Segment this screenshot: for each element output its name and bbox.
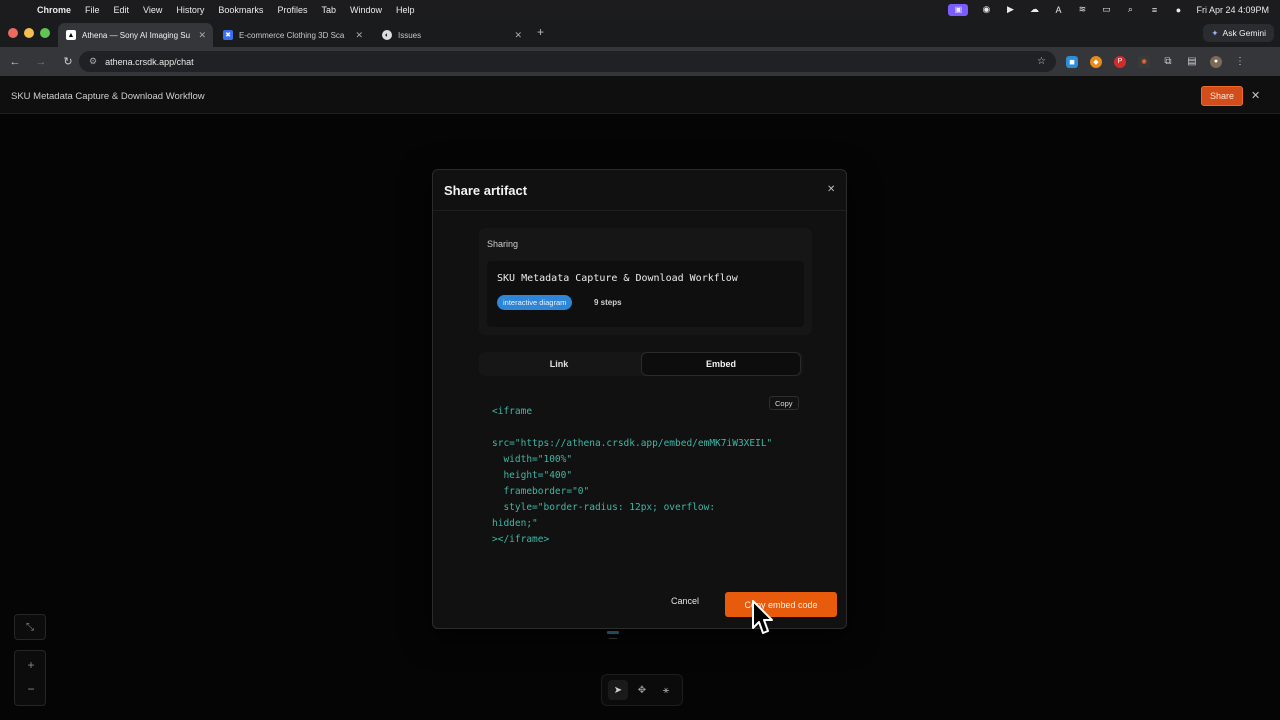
- zoom-box: + −: [14, 650, 46, 706]
- app-header: SKU Metadata Capture & Download Workflow…: [0, 76, 1280, 114]
- back-icon[interactable]: ←: [4, 51, 26, 73]
- diagram-node[interactable]: [607, 631, 619, 634]
- menu-history[interactable]: History: [176, 5, 204, 15]
- embed-code-block[interactable]: Copy <iframe src="https://athena.crsdk.a…: [479, 392, 805, 557]
- reload-icon[interactable]: ↻: [57, 51, 79, 73]
- copy-button[interactable]: Copy: [769, 396, 799, 410]
- step-count: 9 steps: [594, 298, 622, 307]
- code-line: frameborder="0": [492, 486, 590, 497]
- cloud-icon[interactable]: ☁: [1028, 4, 1040, 15]
- browser-toolbar: ← → ↻ ⚙ athena.crsdk.app/chat ☆ ◼ ◆ P ✺ …: [0, 47, 1280, 76]
- screen-record-icon[interactable]: ▣: [948, 3, 969, 16]
- code-line: width="100%": [492, 454, 573, 465]
- code-line: src="https://athena.crsdk.app/embed/emMK…: [492, 438, 773, 449]
- mouse-cursor-icon: [752, 600, 773, 634]
- menu-app-name[interactable]: Chrome: [37, 5, 71, 15]
- extension-1-icon[interactable]: ◼: [1066, 55, 1078, 68]
- menu-view[interactable]: View: [143, 5, 162, 15]
- chrome-menu-icon[interactable]: ⋮: [1234, 56, 1246, 68]
- menu-window[interactable]: Window: [350, 5, 382, 15]
- close-tab-icon[interactable]: ✕: [198, 30, 206, 41]
- tab-link[interactable]: Link: [479, 352, 639, 376]
- divider: [433, 210, 846, 211]
- code-line: style="border-radius: 12px; overflow:: [492, 502, 716, 513]
- tab-embed[interactable]: Embed: [641, 352, 801, 376]
- new-tab-icon[interactable]: +: [537, 25, 544, 39]
- code-line: hidden;": [492, 518, 538, 529]
- forward-icon[interactable]: →: [30, 51, 52, 73]
- stop-icon[interactable]: ◉: [980, 4, 992, 15]
- side-panel-icon[interactable]: ▤: [1186, 56, 1198, 68]
- browser-tab-strip: ▲ Athena — Sony AI Imaging Su ✕ ✖ E-comm…: [0, 19, 1280, 47]
- wifi-icon[interactable]: ≋: [1076, 4, 1088, 15]
- copy-embed-code-button[interactable]: Copy embed code: [725, 592, 837, 617]
- sharing-label: Sharing: [487, 239, 519, 249]
- close-icon[interactable]: ✕: [827, 184, 835, 195]
- menu-edit[interactable]: Edit: [114, 5, 130, 15]
- zoom-out-icon[interactable]: −: [15, 682, 47, 696]
- extension-2-icon[interactable]: ◆: [1090, 55, 1102, 68]
- cancel-button[interactable]: Cancel: [671, 596, 699, 606]
- artifact-name: SKU Metadata Capture & Download Workflow: [497, 273, 738, 284]
- tab-issues[interactable]: ◐ Issues ✕: [374, 23, 529, 47]
- zoom-in-icon[interactable]: +: [15, 658, 47, 672]
- artifact-type-badge: interactive diagram: [497, 295, 573, 310]
- zoom-controls: ⤡ + −: [14, 614, 46, 706]
- modal-title: Share artifact: [444, 183, 528, 198]
- extensions-puzzle-icon[interactable]: ⧉: [1162, 56, 1174, 68]
- tab-label: Athena — Sony AI Imaging Su: [82, 30, 191, 40]
- keyboard-input-icon[interactable]: A: [1052, 5, 1064, 15]
- window-close-button[interactable]: [8, 28, 18, 38]
- extension-3-icon[interactable]: ✺: [1138, 55, 1150, 68]
- ask-gemini-button[interactable]: ✦ Ask Gemini: [1203, 24, 1274, 42]
- athena-icon: ▲: [66, 30, 76, 40]
- canvas-tool-dock: ➤ ✥ ⚹: [601, 674, 683, 706]
- url-text: athena.crsdk.app/chat: [105, 56, 194, 67]
- window-zoom-button[interactable]: [40, 28, 50, 38]
- share-button[interactable]: Share: [1201, 86, 1243, 106]
- select-tool-icon[interactable]: ➤: [608, 680, 628, 700]
- gemini-icon: ✦: [1211, 27, 1219, 38]
- close-tab-icon[interactable]: ✕: [355, 30, 363, 41]
- control-center-icon[interactable]: ≡: [1148, 5, 1160, 15]
- siri-icon[interactable]: ●: [1172, 5, 1184, 15]
- ask-gemini-label: Ask Gemini: [1222, 28, 1266, 38]
- site-info-icon[interactable]: ⚙: [89, 56, 97, 67]
- close-icon[interactable]: ✕: [1251, 89, 1260, 102]
- pinterest-icon[interactable]: P: [1114, 55, 1126, 68]
- issues-icon: ◐: [382, 30, 392, 40]
- search-icon[interactable]: ⌕: [1124, 4, 1136, 15]
- share-mode-tabs: Link Embed: [479, 352, 803, 376]
- close-tab-icon[interactable]: ✕: [514, 30, 522, 41]
- menu-tab[interactable]: Tab: [321, 5, 336, 15]
- artifact-summary: SKU Metadata Capture & Download Workflow…: [487, 261, 804, 327]
- menu-datetime[interactable]: Fri Apr 24 4:09PM: [1196, 5, 1269, 15]
- code-line: <iframe: [492, 406, 533, 417]
- address-bar[interactable]: ⚙ athena.crsdk.app/chat ☆: [79, 51, 1056, 72]
- tab-ecommerce[interactable]: ✖ E-commerce Clothing 3D Sca ✕: [215, 23, 370, 47]
- app-icon: ✖: [223, 30, 233, 40]
- code-line: ></iframe>: [492, 534, 550, 545]
- bookmark-star-icon[interactable]: ☆: [1037, 56, 1046, 67]
- code-line: height="400": [492, 470, 573, 481]
- battery-icon[interactable]: ▭: [1100, 4, 1112, 15]
- share-artifact-modal: Share artifact ✕ Sharing SKU Metadata Ca…: [432, 169, 847, 629]
- tab-label: Issues: [398, 30, 422, 40]
- menu-profiles[interactable]: Profiles: [277, 5, 307, 15]
- connect-tool-icon[interactable]: ⚹: [656, 680, 676, 700]
- page-title: SKU Metadata Capture & Download Workflow: [11, 91, 205, 102]
- macos-menu-bar: Chrome File Edit View History Bookmarks …: [0, 0, 1280, 19]
- menu-help[interactable]: Help: [396, 5, 415, 15]
- profile-avatar[interactable]: ●: [1210, 55, 1222, 68]
- sharing-card: Sharing SKU Metadata Capture & Download …: [479, 228, 812, 335]
- tab-label: E-commerce Clothing 3D Sca: [239, 30, 345, 40]
- window-minimize-button[interactable]: [24, 28, 34, 38]
- diagram-node-line: [609, 638, 617, 639]
- pan-tool-icon[interactable]: ✥: [632, 680, 652, 700]
- fit-view-icon[interactable]: ⤡: [14, 614, 46, 640]
- menu-bookmarks[interactable]: Bookmarks: [218, 5, 263, 15]
- menu-file[interactable]: File: [85, 5, 100, 15]
- tab-athena[interactable]: ▲ Athena — Sony AI Imaging Su ✕: [58, 23, 213, 47]
- play-icon[interactable]: ▶: [1004, 4, 1016, 15]
